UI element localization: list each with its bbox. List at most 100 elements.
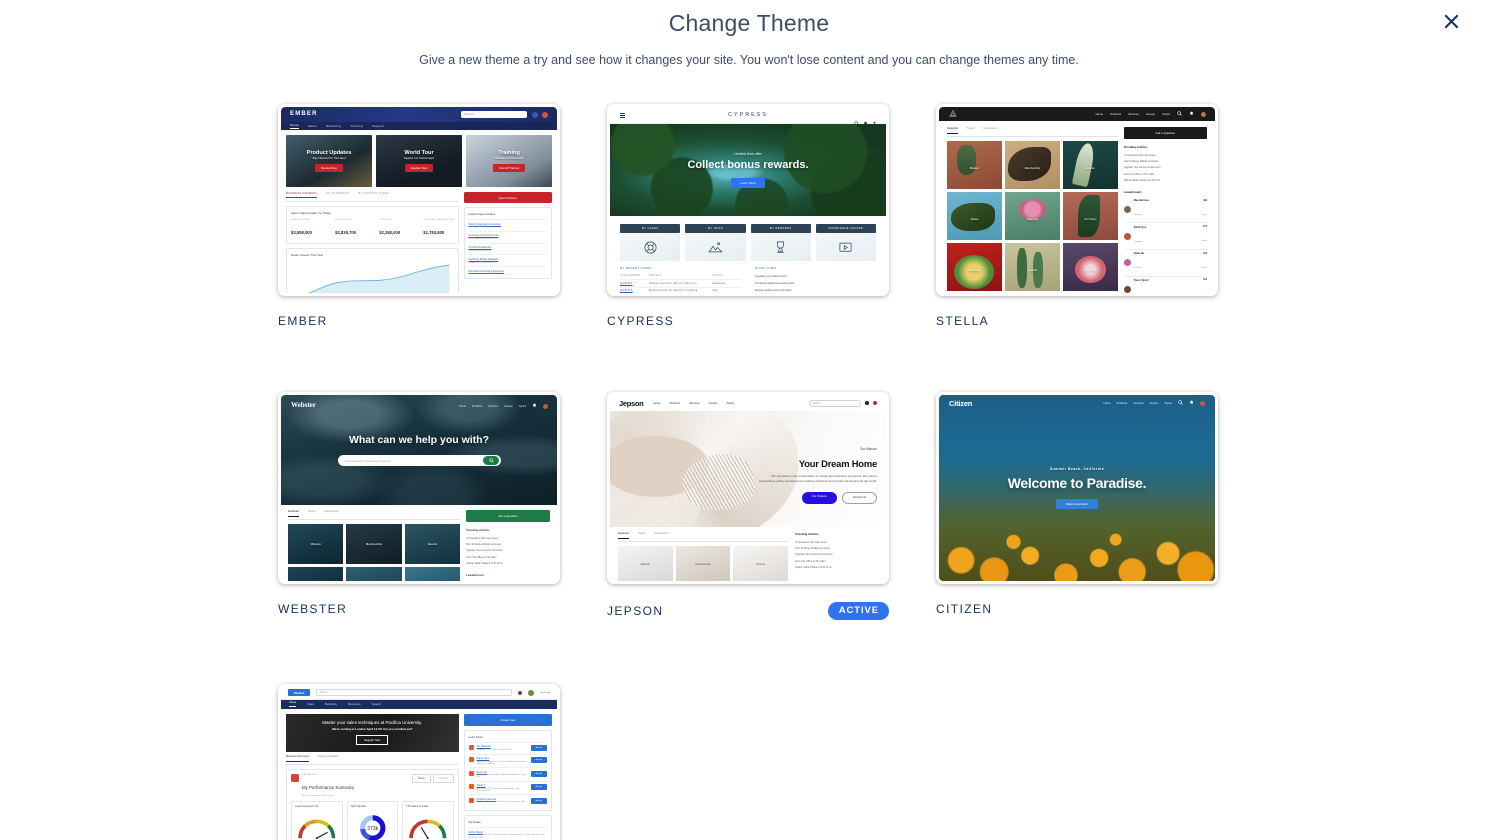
table-row[interactable]: 00281975 Reward points not applied to bo…: [620, 288, 741, 293]
list-item[interactable]: Awards: [1004, 243, 1060, 291]
cypress-tile-my-rewards[interactable]: MY REWARDS: [750, 224, 811, 261]
tab-featured[interactable]: Featured: [618, 532, 629, 539]
follow-button[interactable]: Follow: [411, 774, 431, 783]
cypress-tile-my-cases[interactable]: MY CASES: [620, 224, 681, 261]
stella-nav-item[interactable]: Groups: [1146, 112, 1155, 116]
table-row[interactable]: 00281982 Change departure date for Tokyo…: [620, 280, 741, 288]
tab-featured[interactable]: Featured: [288, 510, 299, 517]
user-name[interactable]: Joe Jarrett: [540, 692, 550, 694]
ember-tile[interactable]: Product Updates Stay Informed On The Lat…: [286, 135, 372, 187]
stella-ask-question-button[interactable]: Ask a Question: [1123, 127, 1207, 139]
list-item[interactable]: Universal Connectors Lite GBS Pyramid Lt…: [468, 230, 547, 243]
ember-nav-item[interactable]: Support: [372, 124, 384, 128]
jepson-nav-item[interactable]: Services: [689, 402, 699, 405]
trending-link[interactable]: Ohana: What It Means To All of Us: [795, 565, 878, 571]
theme-card-cypress[interactable]: CYPRESS Limited time offer Collect bonus…: [607, 104, 889, 328]
list-item[interactable]: Mission: [618, 546, 673, 581]
theme-preview-stella[interactable]: Home Products Services Groups Topics Fea…: [936, 104, 1218, 296]
list-item[interactable]: Events: [733, 546, 789, 581]
theme-preview-ember[interactable]: EMBER Search... Home Sales Marketing Tra…: [278, 104, 560, 296]
ember-tile[interactable]: World Tour Register For Tickets Again Re…: [376, 135, 462, 187]
list-item[interactable]: Our Team: [1062, 243, 1118, 291]
ember-nav-item[interactable]: Sales: [308, 124, 317, 128]
bell-icon[interactable]: [865, 401, 869, 405]
tab-business-summary[interactable]: Business Summary: [286, 755, 310, 762]
ember-item-name[interactable]: Universal Connectors Lite: [469, 234, 547, 237]
list-item[interactable]: [404, 567, 461, 581]
list-item[interactable]: Nancy Lane Jettstream Engine Co. - Direct…: [468, 753, 547, 768]
tab-discussions[interactable]: Discussions: [654, 532, 668, 539]
cypress-tile-my-trips[interactable]: MY TRIPS: [685, 224, 746, 261]
list-item[interactable]: Jim Harwood Corning LP - VP Sales - Fremo…: [468, 741, 547, 754]
theme-card-partner-central[interactable]: Pacifica Search... Joe Jarrett Home Sale…: [278, 683, 560, 840]
list-item[interactable]: Lightning Bridge Adapters Studio One | $…: [468, 254, 547, 266]
jepson-nav-item[interactable]: Home: [653, 402, 660, 405]
search-button[interactable]: [483, 456, 500, 465]
theme-card-jepson[interactable]: Jepson Home Products Services Groups Top…: [607, 392, 889, 620]
search-input[interactable]: Ask a question or search by keyword...: [337, 455, 501, 466]
ember-tile-button[interactable]: Register Now: [404, 164, 434, 172]
ember-tile-button[interactable]: View All Training: [492, 164, 526, 172]
citizen-reservation-button[interactable]: Make Reservation: [1056, 499, 1098, 509]
close-button[interactable]: [1439, 11, 1463, 35]
tab-my-shipments[interactable]: MY SHIPMENTS: [326, 192, 349, 198]
case-number[interactable]: 00281982: [620, 283, 649, 285]
jepson-projects-button[interactable]: Our Projects: [801, 491, 837, 504]
theme-preview-webster[interactable]: Webster Home Products Services Groups To…: [278, 392, 560, 584]
list-item[interactable]: Sandy Z Matt Mech - SVP Information Techn…: [468, 780, 547, 795]
menu-icon[interactable]: [620, 113, 625, 119]
ember-tile-button[interactable]: Review Now: [315, 164, 343, 172]
tab-my-support-cases[interactable]: MY SUPPORT CASES: [358, 192, 389, 198]
ember-search-input[interactable]: Search...: [461, 111, 527, 118]
list-item[interactable]: Events: [1062, 141, 1118, 189]
partner-nav-item[interactable]: Support: [372, 703, 381, 706]
quick-link[interactable]: Purchasing additional rewards points: [755, 280, 876, 287]
jepson-contact-button[interactable]: Contact Us: [841, 491, 877, 504]
list-item[interactable]: Mae Harrison Visionary 329 Points: [1123, 197, 1207, 224]
ember-tile[interactable]: Training Increase Your Knowledge View Al…: [466, 135, 552, 187]
list-item[interactable]: Events: [404, 524, 461, 564]
ember-item-name[interactable]: Lightning Bridge Adapters: [469, 258, 547, 261]
partner-nav-item[interactable]: Sales: [307, 703, 314, 706]
ember-bell-icon[interactable]: [532, 111, 538, 118]
list-item[interactable]: Machines: [947, 243, 1002, 291]
list-item[interactable]: Monowill Universal Connectors Monowill I…: [468, 266, 547, 278]
tab-topics[interactable]: Topics: [638, 532, 646, 539]
theme-card-stella[interactable]: Home Products Services Groups Topics Fea…: [936, 104, 1218, 328]
tab-discussions[interactable]: Discussions: [983, 127, 997, 134]
theme-card-ember[interactable]: EMBER Search... Home Sales Marketing Tra…: [278, 104, 560, 328]
list-item[interactable]: Nicholas Kirkwood BBC Tech Co - Design Di…: [468, 794, 547, 806]
lead-name[interactable]: Sandy Z: [477, 784, 528, 787]
lead-name[interactable]: Jim Harwood: [477, 745, 528, 748]
list-item[interactable]: [346, 567, 402, 581]
list-item[interactable]: [288, 567, 344, 581]
theme-preview-jepson[interactable]: Jepson Home Products Services Groups Top…: [607, 392, 889, 584]
accept-button[interactable]: Accept: [530, 757, 547, 763]
tab-business-summary[interactable]: BUSINESS SUMMARY: [286, 192, 318, 198]
lead-name[interactable]: Nancy Lane: [477, 757, 528, 760]
list-item[interactable]: Dylan Hu Rockstar 212 Points: [1123, 250, 1207, 277]
ember-item-name[interactable]: OneTouch Adapters: [469, 246, 547, 249]
bell-icon[interactable]: [1189, 111, 1194, 117]
trending-link[interactable]: Ohana: What It Means To All of Us: [466, 561, 550, 567]
avatar[interactable]: [873, 401, 877, 405]
list-item[interactable]: OneTouch Adapters Massive | $800,000.00: [468, 242, 547, 255]
cypress-learn-more-button[interactable]: Learn More: [731, 178, 765, 188]
theme-card-citizen[interactable]: Citizen Home Products Services Groups To…: [936, 392, 1218, 620]
list-item[interactable]: Wood Universal Connectors Sharp | $380,0…: [468, 219, 547, 231]
jepson-nav-item[interactable]: Products: [670, 402, 681, 405]
accept-button[interactable]: Accept: [530, 745, 547, 751]
quick-link[interactable]: Sharing rewards points with others: [755, 287, 876, 293]
tab-topics[interactable]: Topics: [967, 127, 975, 134]
list-item[interactable]: Meet Up: [1004, 192, 1060, 240]
tab-topics[interactable]: Topics: [308, 510, 316, 517]
search-input[interactable]: Search...: [316, 689, 513, 696]
accept-button[interactable]: Accept: [530, 797, 547, 804]
stella-nav-item[interactable]: Services: [1128, 112, 1139, 116]
list-item[interactable]: Membership: [346, 524, 402, 564]
avatar[interactable]: [1201, 111, 1206, 117]
ember-nav-item[interactable]: Marketing: [326, 124, 341, 128]
register-now-button[interactable]: Register Now: [356, 735, 389, 746]
partner-nav-item[interactable]: Home: [289, 701, 297, 707]
stella-nav-item[interactable]: Products: [1110, 112, 1121, 116]
